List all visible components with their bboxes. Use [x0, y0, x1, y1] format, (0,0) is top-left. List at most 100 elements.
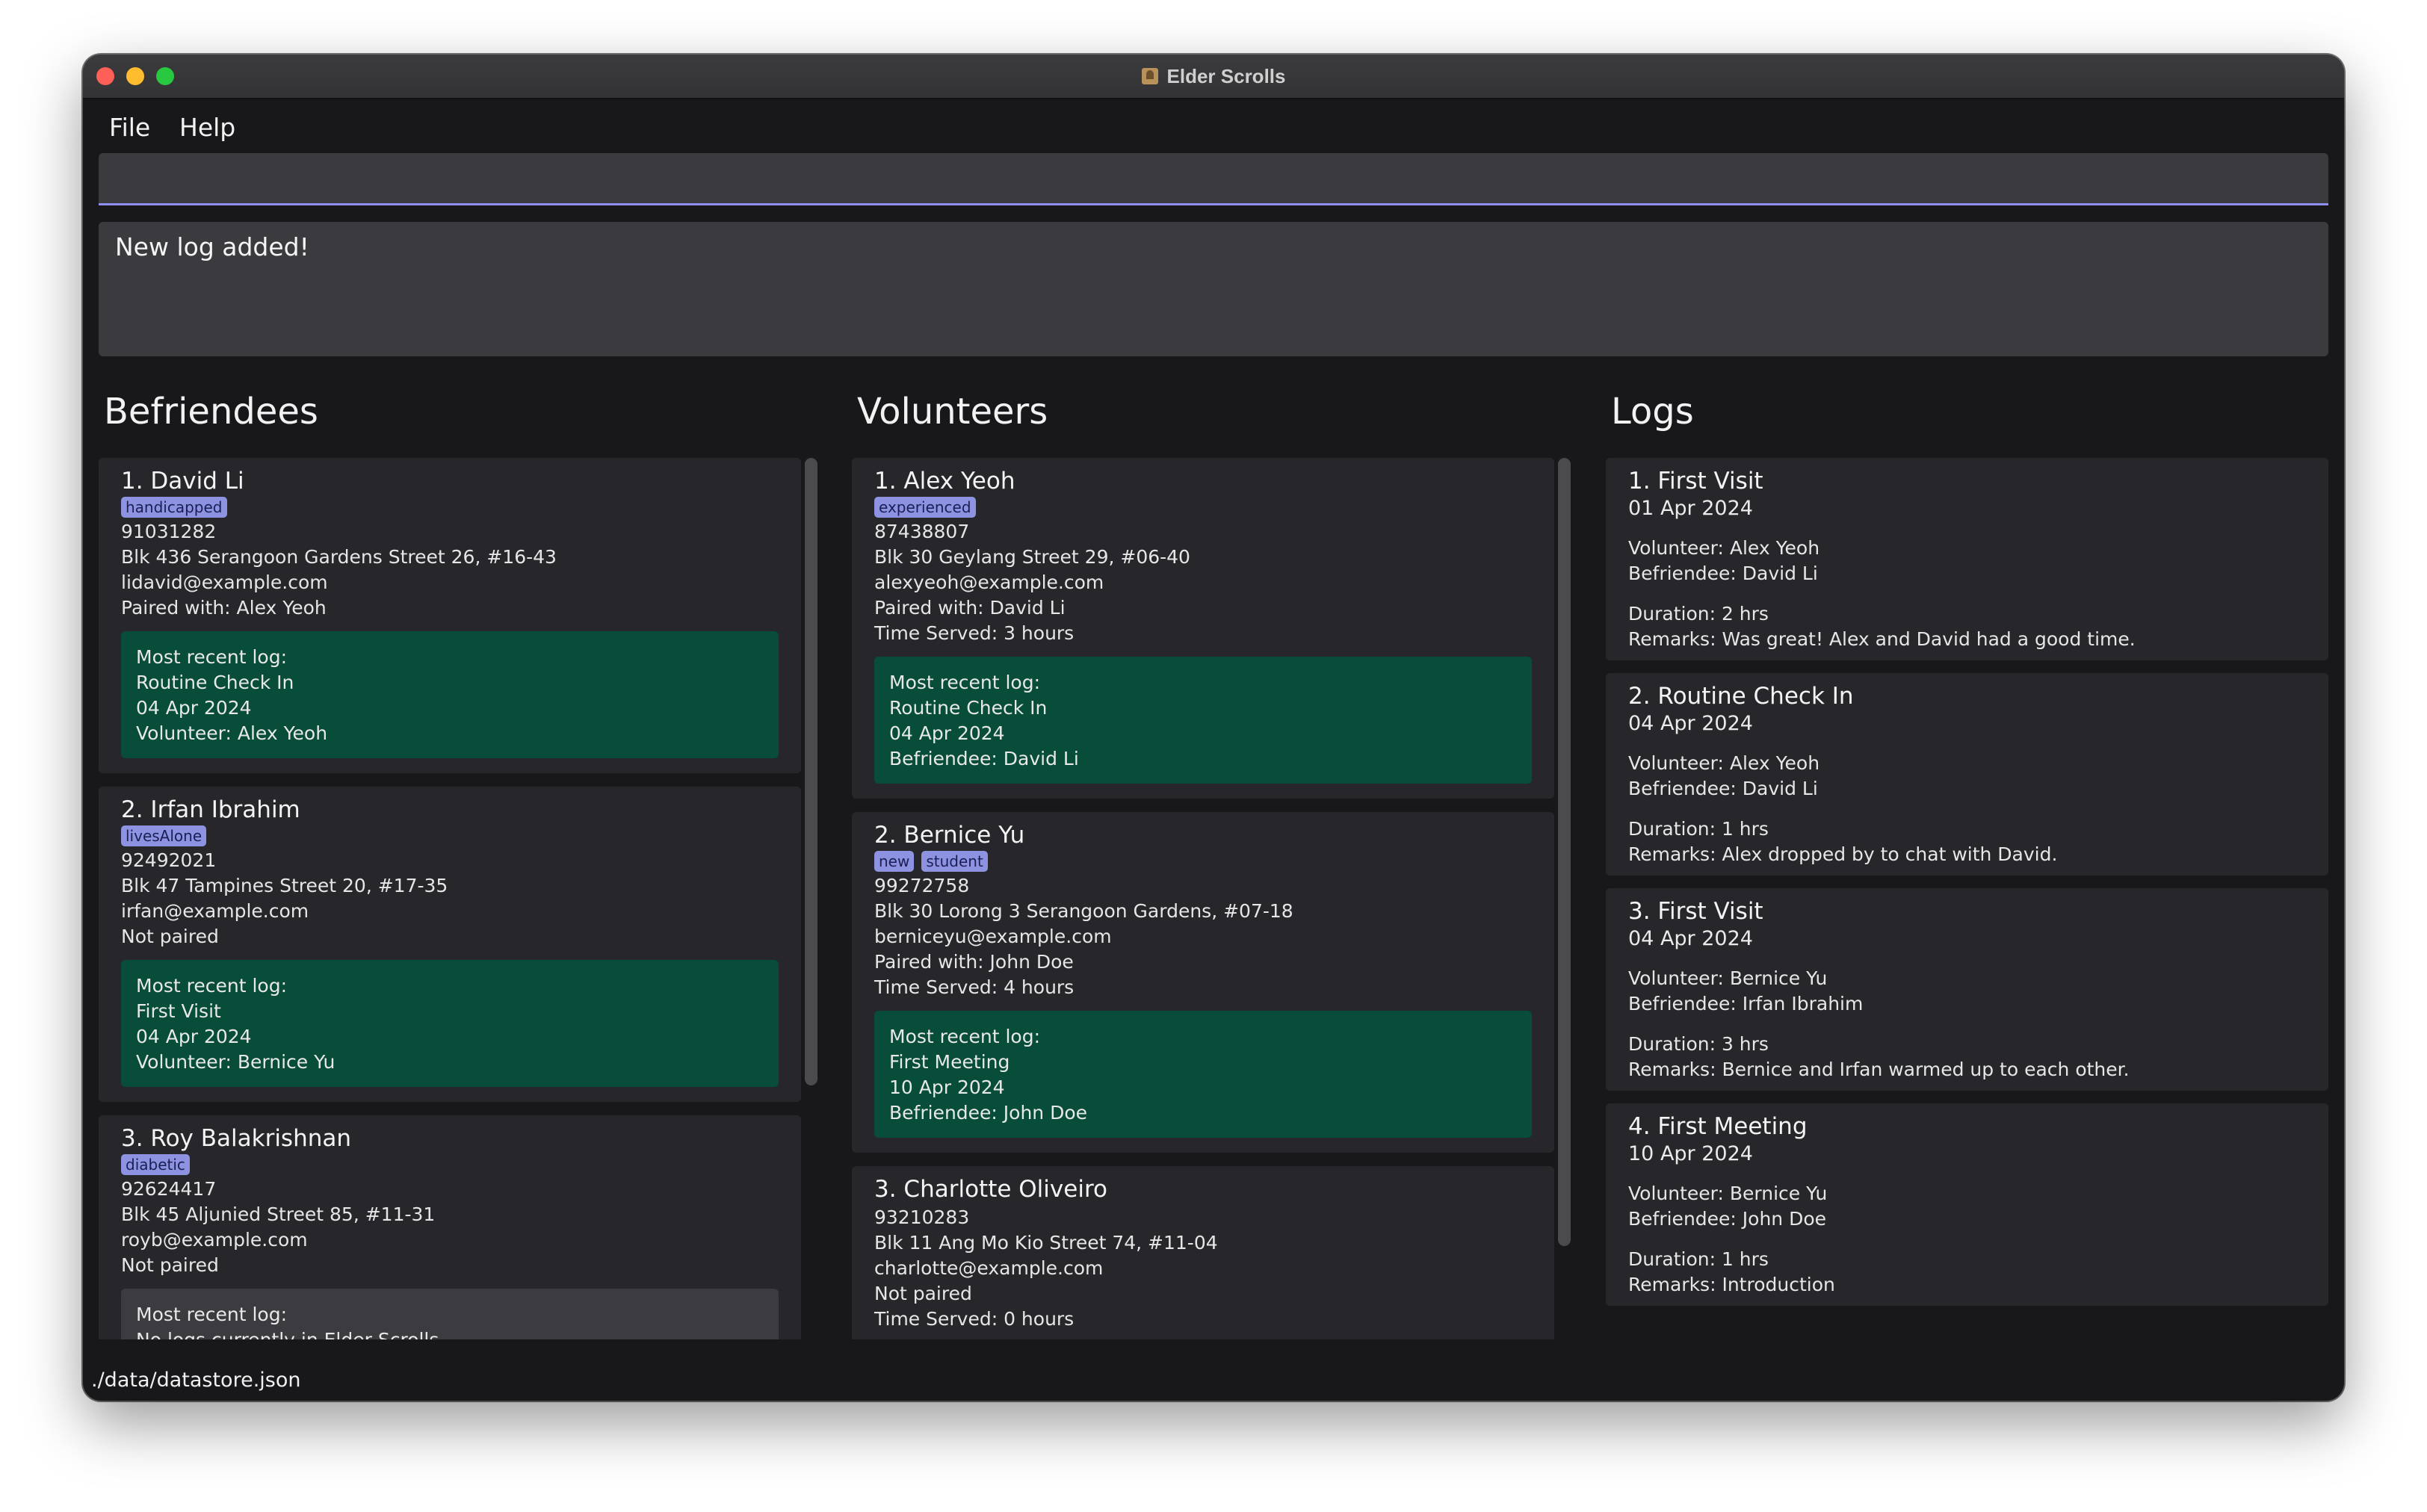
log-date: 04 Apr 2024	[1628, 927, 1753, 950]
recent-log-box: Most recent log: Routine Check In 04 Apr…	[121, 631, 779, 758]
volunteer-address: Blk 11 Ang Mo Kio Street 74, #11-04	[874, 1232, 1218, 1254]
volunteer-list[interactable]: 1. Alex Yeoh experienced 87438807 Blk 30…	[852, 458, 1554, 1339]
befriendee-email: irfan@example.com	[121, 900, 309, 922]
recent-log-box: Most recent log: Routine Check In 04 Apr…	[874, 657, 1532, 784]
recent-log-label: Most recent log:	[889, 1026, 1041, 1047]
app-icon	[1141, 68, 1158, 84]
recent-log-date: 10 Apr 2024	[889, 1076, 1005, 1098]
volunteer-pairing: Paired with: David Li	[874, 597, 1066, 619]
volunteer-phone: 87438807	[874, 521, 970, 542]
recent-log-befriendee: Befriendee: John Doe	[889, 1102, 1088, 1124]
log-duration: Duration: 3 hrs	[1628, 1033, 1769, 1055]
recent-log-label: Most recent log:	[136, 1304, 288, 1325]
recent-log-box: Most recent log: No logs currently in El…	[121, 1289, 779, 1339]
volunteers-title: Volunteers	[857, 391, 1048, 433]
recent-log-title: Routine Check In	[136, 672, 294, 693]
log-date: 04 Apr 2024	[1628, 712, 1753, 735]
log-volunteer: Volunteer: Alex Yeoh	[1628, 537, 1820, 559]
log-title: 3. First Visit	[1628, 898, 1763, 925]
log-remarks: Remarks: Bernice and Irfan warmed up to …	[1628, 1059, 2130, 1080]
befriendee-name: 2. Irfan Ibrahim	[121, 796, 300, 823]
result-text: New log added!	[115, 232, 309, 261]
log-befriendee: Befriendee: David Li	[1628, 778, 1818, 799]
volunteer-phone: 99272758	[874, 875, 970, 896]
volunteer-phone: 93210283	[874, 1206, 970, 1228]
befriendee-email: lidavid@example.com	[121, 571, 328, 593]
tag: experienced	[874, 497, 976, 518]
tag: diabetic	[121, 1154, 190, 1175]
volunteer-email: alexyeoh@example.com	[874, 571, 1104, 593]
log-date: 01 Apr 2024	[1628, 497, 1753, 520]
log-remarks: Remarks: Introduction	[1628, 1274, 1835, 1295]
tag: student	[921, 851, 988, 872]
recent-log-title: First Visit	[136, 1000, 221, 1022]
volunteer-pairing: Paired with: John Doe	[874, 951, 1074, 973]
befriendee-scrollbar[interactable]	[805, 458, 817, 1085]
log-card[interactable]: 2. Routine Check In 04 Apr 2024 Voluntee…	[1606, 673, 2328, 876]
log-title: 1. First Visit	[1628, 468, 1763, 495]
volunteer-name: 2. Bernice Yu	[874, 822, 1025, 849]
volunteer-card[interactable]: 1. Alex Yeoh experienced 87438807 Blk 30…	[852, 458, 1554, 799]
log-duration: Duration: 2 hrs	[1628, 603, 1769, 625]
volunteer-card[interactable]: 2. Bernice Yu new student 99272758 Blk 3…	[852, 812, 1554, 1153]
result-display: New log added!	[99, 222, 2328, 356]
log-title: 2. Routine Check In	[1628, 683, 1854, 710]
befriendee-card[interactable]: 2. Irfan Ibrahim livesAlone 92492021 Blk…	[99, 787, 801, 1102]
befriendee-address: Blk 45 Aljunied Street 85, #11-31	[121, 1203, 436, 1225]
befriendee-phone: 92624417	[121, 1178, 217, 1200]
recent-log-label: Most recent log:	[136, 975, 288, 997]
volunteer-time-served: Time Served: 3 hours	[874, 622, 1075, 644]
tag: livesAlone	[121, 825, 207, 846]
befriendee-name: 3. Roy Balakrishnan	[121, 1125, 352, 1152]
volunteer-time-served: Time Served: 0 hours	[874, 1308, 1075, 1330]
log-duration: Duration: 1 hrs	[1628, 1248, 1769, 1270]
volunteer-name: 1. Alex Yeoh	[874, 468, 1015, 495]
recent-log-date: 04 Apr 2024	[136, 1026, 252, 1047]
recent-log-volunteer: Volunteer: Bernice Yu	[136, 1051, 336, 1073]
log-remarks: Remarks: Was great! Alex and David had a…	[1628, 628, 2136, 650]
recent-log-date: 04 Apr 2024	[889, 722, 1005, 744]
volunteer-scrollbar[interactable]	[1558, 458, 1571, 1246]
log-date: 10 Apr 2024	[1628, 1142, 1753, 1165]
recent-log-label: Most recent log:	[889, 672, 1041, 693]
log-title: 4. First Meeting	[1628, 1113, 1808, 1140]
volunteer-pairing: Not paired	[874, 1283, 972, 1304]
volunteer-email: berniceyu@example.com	[874, 926, 1112, 947]
log-befriendee: Befriendee: David Li	[1628, 563, 1818, 584]
recent-log-title: Routine Check In	[889, 697, 1048, 719]
volunteer-card[interactable]: 3. Charlotte Oliveiro 93210283 Blk 11 An…	[852, 1166, 1554, 1339]
app-window: Elder Scrolls File Help New log added! B…	[83, 55, 2344, 1401]
volunteer-address: Blk 30 Geylang Street 29, #06-40	[874, 546, 1190, 568]
menu-help[interactable]: Help	[172, 111, 243, 143]
log-befriendee: Befriendee: Irfan Ibrahim	[1628, 993, 1864, 1014]
befriendee-card[interactable]: 1. David Li handicapped 91031282 Blk 436…	[99, 458, 801, 773]
menu-bar: File Help	[83, 99, 2344, 156]
log-volunteer: Volunteer: Bernice Yu	[1628, 1183, 1828, 1204]
tag: new	[874, 851, 915, 872]
volunteer-name: 3. Charlotte Oliveiro	[874, 1176, 1107, 1203]
volunteer-email: charlotte@example.com	[874, 1257, 1104, 1279]
recent-log-date: 04 Apr 2024	[136, 697, 252, 719]
recent-log-box: Most recent log: First Meeting 10 Apr 20…	[874, 1011, 1532, 1138]
log-card[interactable]: 4. First Meeting 10 Apr 2024 Volunteer: …	[1606, 1103, 2328, 1306]
menu-file[interactable]: File	[102, 111, 158, 143]
befriendee-pairing: Paired with: Alex Yeoh	[121, 597, 327, 619]
befriendees-title: Befriendees	[104, 391, 318, 433]
log-duration: Duration: 1 hrs	[1628, 818, 1769, 840]
recent-log-title: First Meeting	[889, 1051, 1010, 1073]
befriendee-list[interactable]: 1. David Li handicapped 91031282 Blk 436…	[99, 458, 801, 1339]
window-title: Elder Scrolls	[1166, 64, 1286, 87]
log-card[interactable]: 3. First Visit 04 Apr 2024 Volunteer: Be…	[1606, 888, 2328, 1091]
befriendee-pairing: Not paired	[121, 926, 219, 947]
log-card[interactable]: 1. First Visit 01 Apr 2024 Volunteer: Al…	[1606, 458, 2328, 660]
command-input[interactable]	[99, 153, 2328, 205]
recent-log-volunteer: Volunteer: Alex Yeoh	[136, 722, 328, 744]
log-volunteer: Volunteer: Bernice Yu	[1628, 967, 1828, 989]
befriendee-card[interactable]: 3. Roy Balakrishnan diabetic 92624417 Bl…	[99, 1115, 801, 1339]
befriendee-address: Blk 47 Tampines Street 20, #17-35	[121, 875, 448, 896]
recent-log-box: Most recent log: First Visit 04 Apr 2024…	[121, 960, 779, 1087]
title-bar: Elder Scrolls	[83, 55, 2344, 99]
volunteer-time-served: Time Served: 4 hours	[874, 976, 1075, 998]
volunteer-address: Blk 30 Lorong 3 Serangoon Gardens, #07-1…	[874, 900, 1293, 922]
log-list[interactable]: 1. First Visit 01 Apr 2024 Volunteer: Al…	[1606, 458, 2328, 1339]
